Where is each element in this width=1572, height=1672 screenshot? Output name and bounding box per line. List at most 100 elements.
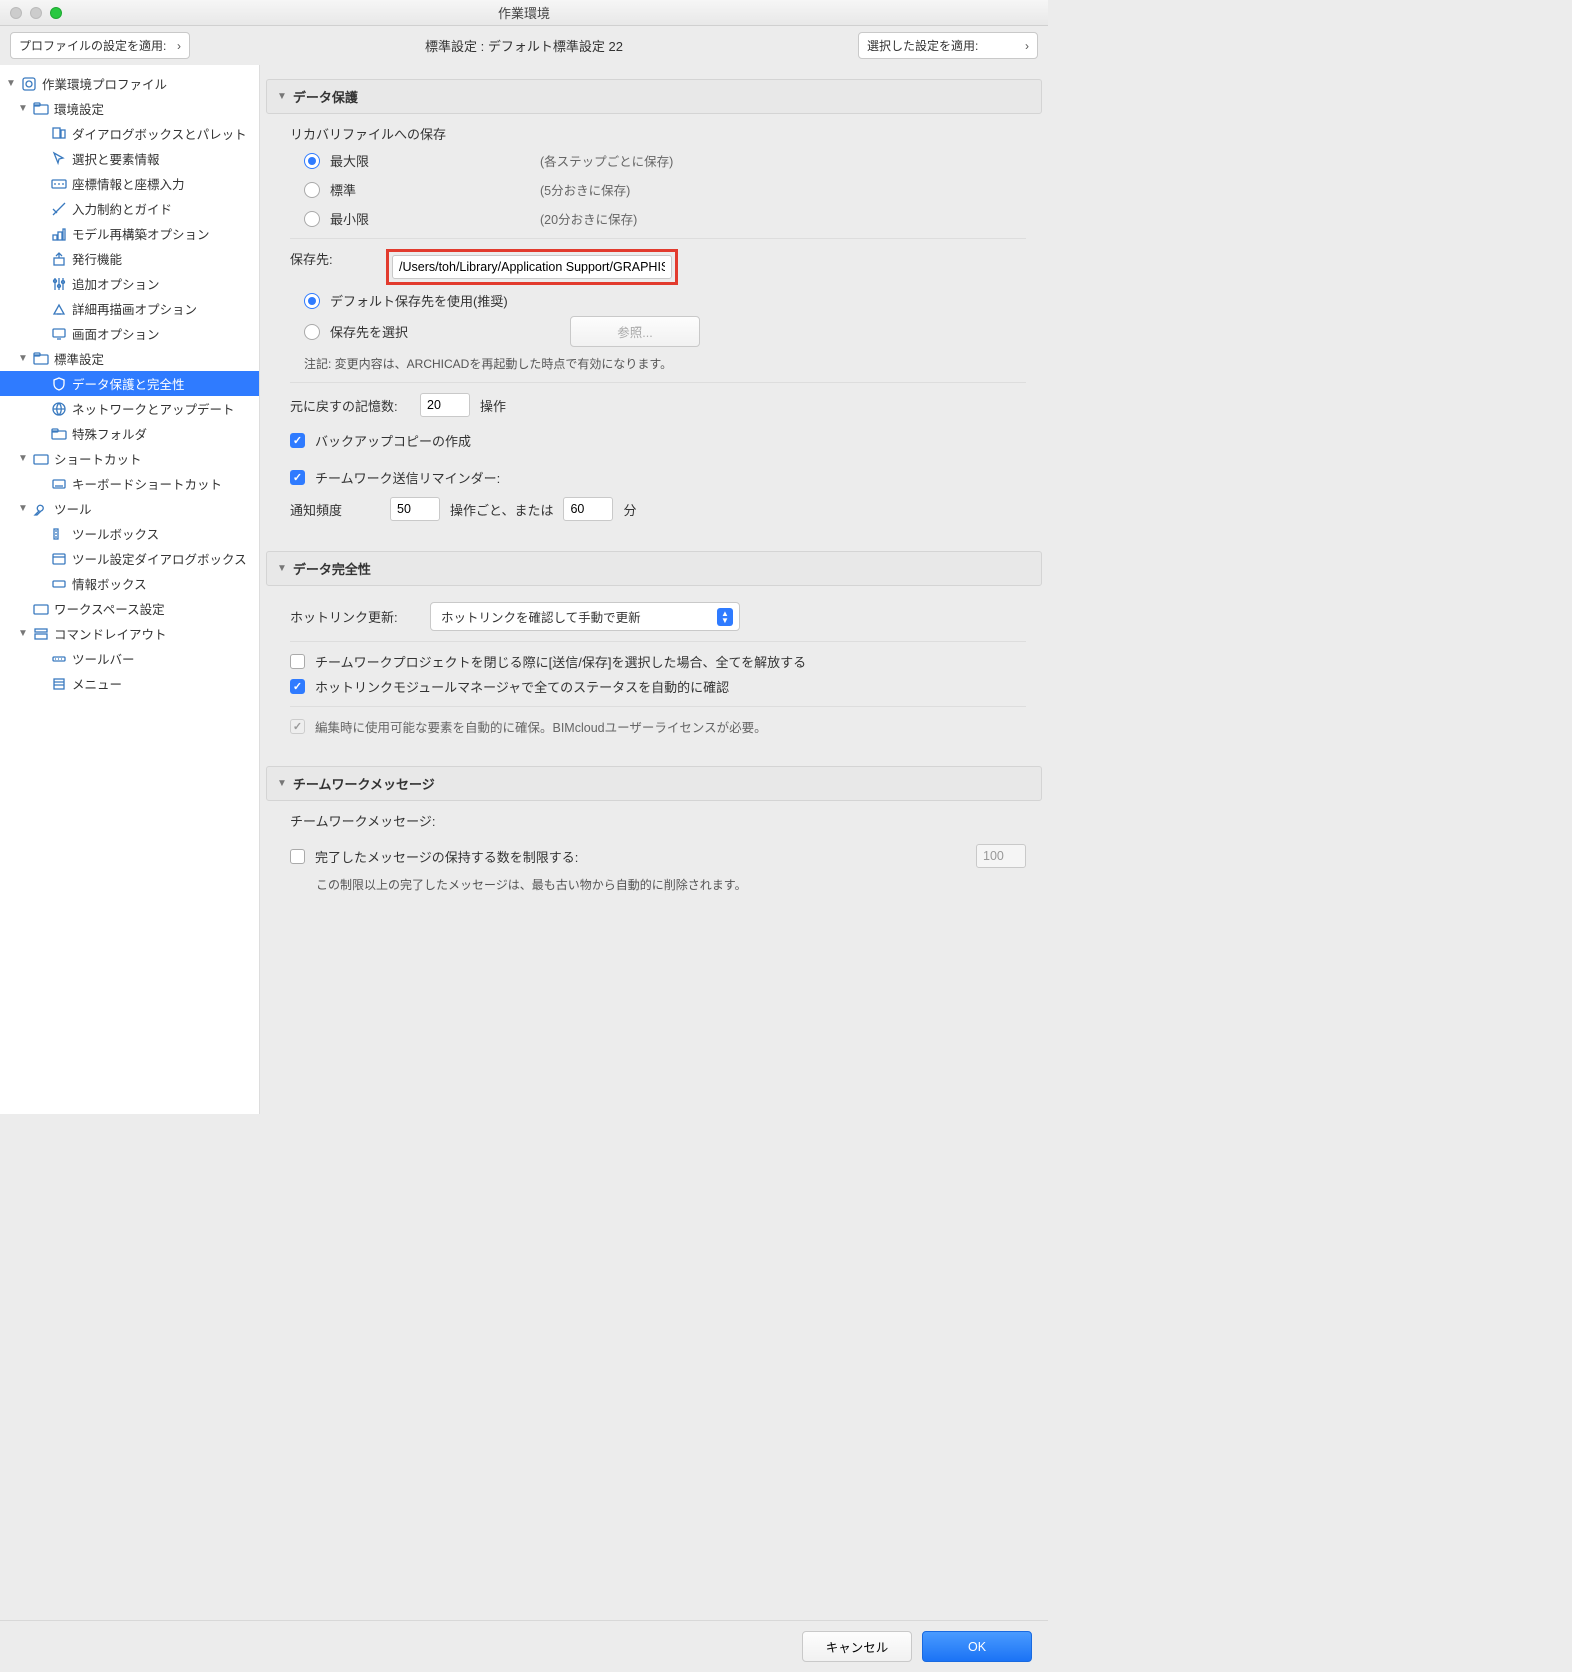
settings-folder-icon [32, 100, 50, 118]
dialog-footer: キャンセル OK [0, 1620, 1048, 1672]
tree-toolset[interactable]: ツール設定ダイアログボックス [0, 546, 259, 571]
chevron-right-icon: › [177, 39, 181, 53]
section-data-protection[interactable]: ▼ データ保護 [266, 79, 1042, 114]
guide-icon [50, 200, 68, 218]
titlebar: 作業環境 [0, 0, 1048, 26]
teamwork-heading: チームワークメッセージ: [290, 811, 1026, 830]
tree-workspace[interactable]: ワークスペース設定 [0, 596, 259, 621]
disclosure-icon[interactable]: ▼ [18, 628, 28, 639]
tree-redraw[interactable]: 詳細再描画オプション [0, 296, 259, 321]
radio-min[interactable] [304, 211, 320, 227]
window-title: 作業環境 [0, 3, 1048, 22]
checkbox-team-reminder[interactable] [290, 470, 305, 485]
updown-icon: ▲▼ [717, 608, 733, 626]
checkbox-auto-status[interactable] [290, 679, 305, 694]
settings-folder-icon [32, 350, 50, 368]
tree-special-folder[interactable]: 特殊フォルダ [0, 421, 259, 446]
tree-menu[interactable]: メニュー [0, 671, 259, 696]
publish-icon [50, 250, 68, 268]
tree-network[interactable]: ネットワークとアップデート [0, 396, 259, 421]
tree-data-protection[interactable]: データ保護と完全性 [0, 371, 259, 396]
tree-screen[interactable]: 画面オプション [0, 321, 259, 346]
tree-keyboard[interactable]: キーボードショートカット [0, 471, 259, 496]
tree-infobox[interactable]: 情報ボックス [0, 571, 259, 596]
notify-label: 通知頻度 [290, 500, 380, 519]
limit-note: この制限以上の完了したメッセージは、最も古い物から自動的に削除されます。 [290, 876, 1026, 893]
tree-toolbar[interactable]: ツールバー [0, 646, 259, 671]
apply-profile-label: プロファイルの設定を適用: [19, 37, 166, 54]
hotlink-label: ホットリンク更新: [290, 607, 420, 626]
tree-coords[interactable]: 座標情報と座標入力 [0, 171, 259, 196]
limit-value-input [976, 844, 1026, 868]
chevron-right-icon: › [1025, 39, 1029, 53]
keyboard-icon [50, 475, 68, 493]
tree-issue[interactable]: 発行機能 [0, 246, 259, 271]
browse-button[interactable]: 参照... [570, 316, 700, 347]
checkbox-auto-status-label: ホットリンクモジュールマネージャで全てのステータスを自動的に確認 [315, 677, 729, 696]
tree-std[interactable]: ▼標準設定 [0, 346, 259, 371]
sidebar-tree[interactable]: ▼ 作業環境プロファイル ▼ 環境設定 ダイアログボックスとパレット 選択と要素… [0, 65, 260, 1114]
radio-max[interactable] [304, 153, 320, 169]
cancel-button[interactable]: キャンセル [802, 1631, 912, 1662]
notify-ops-unit: 操作ごと、または [450, 500, 553, 519]
section-data-integrity[interactable]: ▼ データ完全性 [266, 551, 1042, 586]
disclosure-icon[interactable]: ▼ [6, 78, 16, 89]
checkbox-release-on-close[interactable] [290, 654, 305, 669]
tree-env[interactable]: ▼ 環境設定 [0, 96, 259, 121]
checkbox-backup-label: バックアップコピーの作成 [315, 431, 471, 450]
notify-min-input[interactable] [563, 497, 613, 521]
tree-cmdlayout[interactable]: ▼コマンドレイアウト [0, 621, 259, 646]
radio-choose-location[interactable] [304, 324, 320, 340]
radio-min-hint: (20分おきに保存) [540, 209, 1026, 228]
folder-icon [50, 425, 68, 443]
tree-shortcuts[interactable]: ▼ショートカット [0, 446, 259, 471]
save-path-input[interactable] [392, 255, 672, 279]
workspace-icon [32, 600, 50, 618]
disclosure-icon: ▼ [277, 91, 287, 102]
radio-max-label: 最大限 [330, 151, 369, 170]
radio-choose-location-label: 保存先を選択 [330, 322, 560, 341]
disclosure-icon[interactable]: ▼ [18, 353, 28, 364]
tree-extra[interactable]: 追加オプション [0, 271, 259, 296]
ok-button[interactable]: OK [922, 1631, 1032, 1662]
radio-std-label: 標準 [330, 180, 356, 199]
apply-selected-label: 選択した設定を適用: [867, 37, 978, 54]
undo-label: 元に戻すの記憶数: [290, 396, 410, 415]
tree-toolbox[interactable]: ツールボックス [0, 521, 259, 546]
disclosure-icon[interactable]: ▼ [18, 503, 28, 514]
section-teamwork-messages[interactable]: ▼ チームワークメッセージ [266, 766, 1042, 801]
recovery-label: リカバリファイルへの保存 [290, 124, 1026, 143]
infobox-icon [50, 575, 68, 593]
tree-model[interactable]: モデル再構築オプション [0, 221, 259, 246]
apply-profile-combo[interactable]: プロファイルの設定を適用: › [10, 32, 190, 59]
xyz-icon [50, 175, 68, 193]
undo-count-input[interactable] [420, 393, 470, 417]
redraw-icon [50, 300, 68, 318]
radio-std[interactable] [304, 182, 320, 198]
hotlink-select[interactable]: ホットリンクを確認して手動で更新 ▲▼ [430, 602, 740, 631]
radio-default-location[interactable] [304, 293, 320, 309]
radio-min-label: 最小限 [330, 209, 369, 228]
notify-min-unit: 分 [623, 500, 636, 519]
checkbox-release-label: チームワークプロジェクトを閉じる際に[送信/保存]を選択した場合、全てを解放する [315, 652, 806, 671]
radio-max-hint: (各ステップごとに保存) [540, 151, 1026, 170]
disclosure-icon[interactable]: ▼ [18, 103, 28, 114]
checkbox-reserve [290, 719, 305, 734]
tree-input[interactable]: 入力制約とガイド [0, 196, 259, 221]
toolbar-icon [50, 650, 68, 668]
checkbox-limit-messages[interactable] [290, 849, 305, 864]
disclosure-icon[interactable]: ▼ [18, 453, 28, 464]
apply-selected-combo[interactable]: 選択した設定を適用: › [858, 32, 1038, 59]
tree-dialogs[interactable]: ダイアログボックスとパレット [0, 121, 259, 146]
radio-default-location-label: デフォルト保存先を使用(推奨) [330, 291, 508, 310]
tree-tools[interactable]: ▼ツール [0, 496, 259, 521]
tree-selection[interactable]: 選択と要素情報 [0, 146, 259, 171]
checkbox-team-reminder-label: チームワーク送信リマインダー: [315, 468, 500, 487]
content-pane: ▼ データ保護 リカバリファイルへの保存 最大限 (各ステップごとに保存) 標準… [260, 65, 1048, 1114]
notify-ops-input[interactable] [390, 497, 440, 521]
tree-root[interactable]: ▼ 作業環境プロファイル [0, 71, 259, 96]
radio-std-hint: (5分おきに保存) [540, 180, 1026, 199]
checkbox-backup[interactable] [290, 433, 305, 448]
palette-icon [50, 125, 68, 143]
standard-settings-label: 標準設定 : デフォルト標準設定 22 [200, 36, 848, 55]
